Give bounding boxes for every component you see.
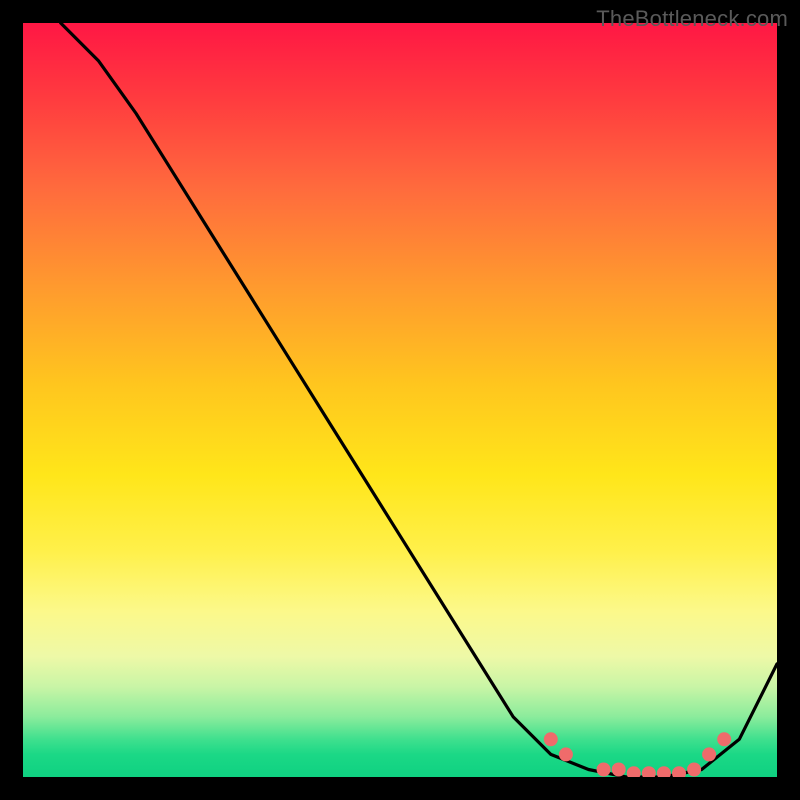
- marker-point: [544, 732, 558, 746]
- watermark-text: TheBottleneck.com: [596, 6, 788, 32]
- marker-point: [687, 763, 701, 777]
- marker-point: [627, 766, 641, 777]
- marker-point: [642, 766, 656, 777]
- marker-point: [717, 732, 731, 746]
- chart-overlay: [23, 23, 777, 777]
- marker-point: [597, 763, 611, 777]
- marker-point: [657, 766, 671, 777]
- marker-point: [672, 766, 686, 777]
- chart-frame: TheBottleneck.com: [0, 0, 800, 800]
- marker-point: [702, 747, 716, 761]
- bottleneck-curve-line: [61, 23, 777, 777]
- marker-point: [559, 747, 573, 761]
- marker-point: [612, 763, 626, 777]
